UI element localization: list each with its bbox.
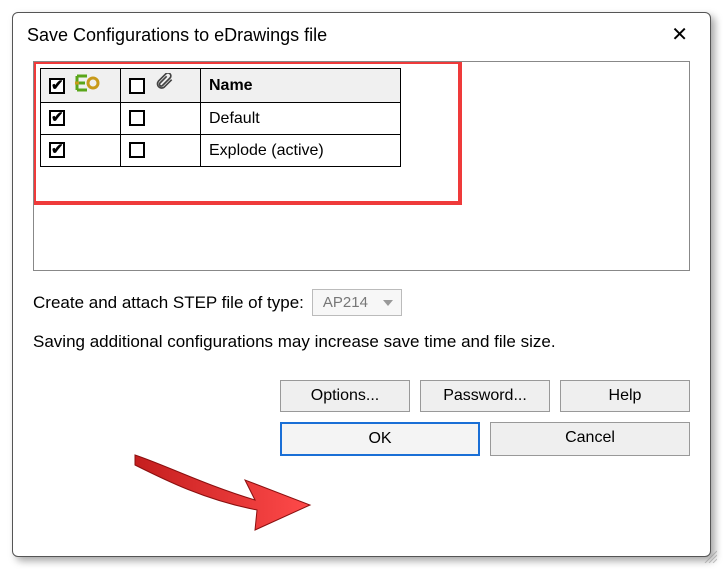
button-row-bottom: OK Cancel bbox=[33, 422, 690, 456]
save-configurations-dialog: Save Configurations to eDrawings file ✕ bbox=[12, 12, 711, 557]
configurations-frame: Name Default Explode (active) bbox=[33, 61, 690, 271]
titlebar: Save Configurations to eDrawings file ✕ bbox=[13, 13, 710, 55]
step-type-select[interactable]: AP214 bbox=[312, 289, 402, 316]
button-row-top: Options... Password... Help bbox=[33, 380, 690, 412]
cancel-button[interactable]: Cancel bbox=[490, 422, 690, 456]
step-file-row: Create and attach STEP file of type: AP2… bbox=[33, 289, 690, 316]
row-include-checkbox[interactable] bbox=[49, 110, 65, 126]
configurations-table: Name Default Explode (active) bbox=[40, 68, 401, 167]
edrawings-icon bbox=[75, 73, 101, 98]
header-name: Name bbox=[201, 69, 401, 103]
step-file-label: Create and attach STEP file of type: bbox=[33, 293, 304, 313]
ok-button[interactable]: OK bbox=[280, 422, 480, 456]
row-name: Explode (active) bbox=[201, 135, 401, 167]
row-attach-checkbox[interactable] bbox=[129, 142, 145, 158]
row-include-checkbox[interactable] bbox=[49, 142, 65, 158]
options-button[interactable]: Options... bbox=[280, 380, 410, 412]
row-attach-checkbox[interactable] bbox=[129, 110, 145, 126]
table-row: Explode (active) bbox=[41, 135, 401, 167]
table-row: Default bbox=[41, 103, 401, 135]
dialog-title: Save Configurations to eDrawings file bbox=[27, 25, 327, 46]
dialog-content: Name Default Explode (active) Create and… bbox=[13, 55, 710, 556]
help-button[interactable]: Help bbox=[560, 380, 690, 412]
close-icon[interactable]: ✕ bbox=[663, 21, 696, 49]
header-attach-checkbox[interactable] bbox=[129, 78, 145, 94]
resize-grip-icon[interactable] bbox=[701, 547, 711, 557]
warning-text: Saving additional configurations may inc… bbox=[33, 332, 690, 352]
password-button[interactable]: Password... bbox=[420, 380, 550, 412]
row-name: Default bbox=[201, 103, 401, 135]
table-header-row: Name bbox=[41, 69, 401, 103]
header-include-checkbox[interactable] bbox=[49, 78, 65, 94]
paperclip-icon bbox=[155, 73, 175, 98]
